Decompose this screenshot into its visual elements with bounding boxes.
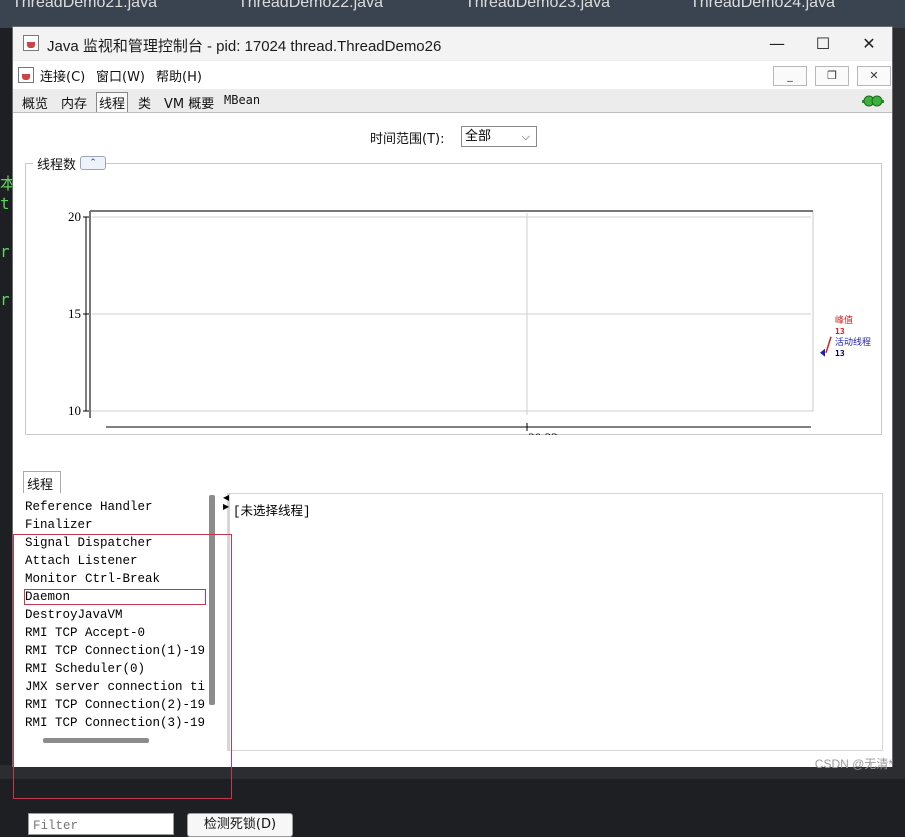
menu-connection[interactable]: 连接(C) — [40, 66, 85, 85]
title-bar[interactable]: Java 监视和管理控制台 - pid: 17024 thread.Thread… — [13, 27, 892, 60]
java-app-icon[interactable] — [18, 67, 34, 83]
java-app-icon — [23, 35, 39, 51]
legend-live-value: 13 — [835, 349, 845, 358]
chevron-down-icon: ⌵ — [521, 130, 530, 143]
background-right-edge — [891, 28, 905, 779]
editor-tab[interactable]: ThreadDemo24.java — [690, 0, 835, 12]
legend-peak-value: 13 — [835, 327, 845, 336]
y-tick-label: 20 — [68, 209, 81, 224]
detect-deadlock-button[interactable]: 检测死锁(D) — [187, 813, 293, 837]
menu-bar: 连接(C) 窗口(W) 帮助(H) _ ❐ ✕ — [13, 61, 892, 89]
menu-help[interactable]: 帮助(H) — [156, 66, 202, 85]
jconsole-window: Java 监视和管理控制台 - pid: 17024 thread.Thread… — [12, 26, 893, 837]
tab-mbean[interactable]: MBean — [222, 93, 262, 113]
peak-series-line — [825, 336, 832, 354]
thread-detail-text: [未选择线程] — [233, 505, 311, 519]
time-range-select[interactable]: 全部 ⌵ — [461, 126, 537, 147]
thread-count-chart: 10152020:33峰值13活动线程13 — [68, 209, 871, 435]
tab-overview[interactable]: 概览 — [20, 93, 50, 113]
connection-status-icon[interactable] — [862, 94, 884, 108]
thread-list-item[interactable]: Finalizer — [25, 518, 205, 532]
threads-tab-content: 时间范围(T): 全部 ⌵ 线程数 ⌃ 10152020:33峰值13活动线程1… — [13, 113, 892, 837]
legend-live-label: 活动线程 — [835, 336, 871, 348]
window-title: Java 监视和管理控制台 - pid: 17024 thread.Thread… — [47, 38, 442, 55]
background-editor-gutter — [0, 28, 12, 779]
mdi-minimize-button[interactable]: _ — [773, 66, 807, 86]
close-window-button[interactable]: ✕ — [846, 27, 892, 60]
thread-filter-input[interactable] — [28, 813, 174, 835]
annotation-highlight-box — [13, 534, 232, 799]
thread-list-item[interactable]: Reference Handler — [25, 500, 205, 514]
background-editor-tabs: ThreadDemo21.java ThreadDemo22.java Thre… — [0, 0, 905, 28]
mdi-restore-button[interactable]: ❐ — [815, 66, 849, 86]
editor-tab[interactable]: ThreadDemo23.java — [465, 0, 610, 12]
mdi-close-button[interactable]: ✕ — [857, 66, 891, 86]
tab-threads[interactable]: 线程 — [96, 92, 129, 112]
maximize-window-button[interactable]: ☐ — [800, 27, 846, 60]
tab-memory[interactable]: 内存 — [59, 93, 89, 113]
tab-vm-summary[interactable]: VM 概要 — [162, 93, 216, 113]
watermark: CSDN @无清* — [814, 757, 893, 771]
y-tick-label: 10 — [68, 403, 81, 418]
thread-detail-pane — [229, 493, 883, 751]
chevron-up-icon[interactable]: ⌃ — [80, 156, 106, 170]
y-tick-label: 15 — [68, 306, 81, 321]
threads-list-tab[interactable]: 线程 — [23, 471, 61, 493]
background-code: t — [0, 194, 10, 213]
editor-tab[interactable]: ThreadDemo22.java — [238, 0, 383, 12]
tab-classes[interactable]: 类 — [136, 93, 153, 113]
time-range-value: 全部 — [465, 129, 492, 144]
chart-title: 线程数 — [33, 154, 81, 173]
editor-tab[interactable]: ThreadDemo21.java — [12, 0, 157, 12]
minimize-window-button[interactable]: — — [754, 27, 800, 60]
live-series-marker — [820, 348, 825, 357]
time-range-label: 时间范围(T): — [370, 132, 445, 147]
x-tick-label: 20:33 — [528, 430, 558, 435]
plot-area — [89, 210, 814, 412]
legend-peak-label: 峰值 — [835, 314, 853, 326]
main-tab-bar: 概览 内存 线程 类 VM 概要 MBean — [13, 89, 892, 113]
menu-window[interactable]: 窗口(W) — [96, 66, 145, 85]
